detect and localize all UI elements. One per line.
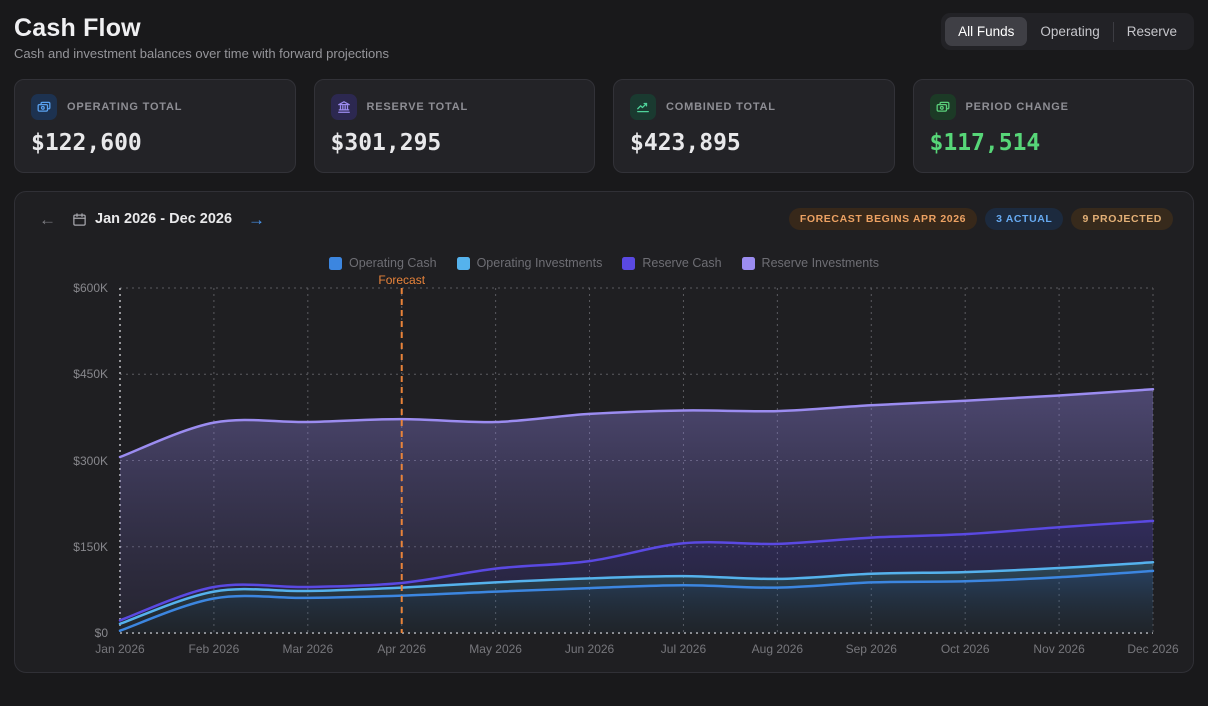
chart-area: $600K$450K$300K$150K$0 Forecast xyxy=(35,288,1173,633)
y-axis-tick-label: $600K xyxy=(73,281,108,295)
x-axis-tick-label: May 2026 xyxy=(469,642,522,656)
calendar-icon xyxy=(72,212,87,227)
y-axis-tick-label: $0 xyxy=(95,626,108,640)
prev-period-button[interactable]: ← xyxy=(35,209,60,230)
x-axis-tick-label: Jul 2026 xyxy=(661,642,706,656)
legend-swatch xyxy=(329,257,342,270)
actual-count-badge: 3 ACTUAL xyxy=(985,208,1063,230)
x-axis-tick-label: Feb 2026 xyxy=(189,642,240,656)
legend-swatch xyxy=(742,257,755,270)
stat-value: $301,295 xyxy=(331,130,579,156)
forecast-begins-badge: FORECAST BEGINS APR 2026 xyxy=(789,208,977,230)
cash-flow-chart-panel: ← Jan 2026 - Dec 2026 → FORECAST BEGINS … xyxy=(14,191,1194,673)
left-arrow-icon: ← xyxy=(39,210,56,229)
stat-cards-row: OPERATING TOTAL $122,600 RESERVE TOTAL $… xyxy=(14,79,1194,173)
legend-label: Operating Investments xyxy=(477,256,603,270)
stat-label: PERIOD CHANGE xyxy=(966,101,1069,113)
stat-label: COMBINED TOTAL xyxy=(666,101,776,113)
x-axis-tick-label: Dec 2026 xyxy=(1127,642,1178,656)
page-title: Cash Flow xyxy=(14,14,389,43)
legend-item-reserve-cash[interactable]: Reserve Cash xyxy=(622,256,721,270)
y-axis-tick-label: $450K xyxy=(73,367,108,381)
projected-count-badge: 9 PROJECTED xyxy=(1071,208,1173,230)
legend-item-operating-cash[interactable]: Operating Cash xyxy=(329,256,437,270)
x-axis-tick-label: Oct 2026 xyxy=(941,642,990,656)
tab-all-funds[interactable]: All Funds xyxy=(945,17,1027,46)
y-axis: $600K$450K$300K$150K$0 xyxy=(35,288,120,633)
stacked-area-plot: Forecast xyxy=(120,288,1153,633)
forecast-line-label: Forecast xyxy=(378,273,425,287)
legend-label: Reserve Investments xyxy=(762,256,879,270)
x-axis: Jan 2026Feb 2026Mar 2026Apr 2026May 2026… xyxy=(120,640,1153,660)
chart-badges: FORECAST BEGINS APR 2026 3 ACTUAL 9 PROJ… xyxy=(789,208,1173,230)
x-axis-tick-label: Jun 2026 xyxy=(565,642,614,656)
title-block: Cash Flow Cash and investment balances o… xyxy=(14,10,389,61)
stat-value: $122,600 xyxy=(31,130,279,156)
stat-value: $117,514 xyxy=(930,130,1178,156)
right-arrow-icon: → xyxy=(248,210,265,229)
legend-swatch xyxy=(622,257,635,270)
x-axis-tick-label: Jan 2026 xyxy=(95,642,144,656)
cash-flow-page: Cash Flow Cash and investment balances o… xyxy=(0,0,1208,687)
x-axis-tick-label: Mar 2026 xyxy=(282,642,333,656)
tab-reserve[interactable]: Reserve xyxy=(1114,17,1190,46)
legend-item-reserve-investments[interactable]: Reserve Investments xyxy=(742,256,879,270)
x-axis-tick-label: Sep 2026 xyxy=(846,642,897,656)
stat-card-combined-total: COMBINED TOTAL $423,895 xyxy=(613,79,895,173)
chart-header: ← Jan 2026 - Dec 2026 → FORECAST BEGINS … xyxy=(35,208,1173,230)
next-period-button[interactable]: → xyxy=(244,209,269,230)
stat-value: $423,895 xyxy=(630,130,878,156)
legend-swatch xyxy=(457,257,470,270)
stat-card-period-change: PERIOD CHANGE $117,514 xyxy=(913,79,1195,173)
date-range-control[interactable]: Jan 2026 - Dec 2026 xyxy=(72,211,232,227)
legend-item-operating-investments[interactable]: Operating Investments xyxy=(457,256,603,270)
y-axis-tick-label: $150K xyxy=(73,540,108,554)
cash-flow-chart-svg xyxy=(120,288,1153,633)
trending-up-icon xyxy=(630,94,656,120)
tab-operating[interactable]: Operating xyxy=(1027,17,1112,46)
x-axis-tick-label: Aug 2026 xyxy=(752,642,803,656)
y-axis-tick-label: $300K xyxy=(73,454,108,468)
bank-icon xyxy=(331,94,357,120)
top-bar: Cash Flow Cash and investment balances o… xyxy=(14,10,1194,61)
stat-card-reserve-total: RESERVE TOTAL $301,295 xyxy=(314,79,596,173)
x-axis-tick-label: Apr 2026 xyxy=(377,642,426,656)
stat-label: RESERVE TOTAL xyxy=(367,101,468,113)
banknotes-icon xyxy=(31,94,57,120)
date-range-label: Jan 2026 - Dec 2026 xyxy=(95,211,232,227)
chart-legend: Operating Cash Operating Investments Res… xyxy=(35,256,1173,270)
legend-label: Reserve Cash xyxy=(642,256,721,270)
fund-filter-tabs: All Funds Operating Reserve xyxy=(941,13,1194,50)
banknotes-icon xyxy=(930,94,956,120)
x-axis-tick-label: Nov 2026 xyxy=(1033,642,1084,656)
legend-label: Operating Cash xyxy=(349,256,437,270)
stat-label: OPERATING TOTAL xyxy=(67,101,182,113)
page-subtitle: Cash and investment balances over time w… xyxy=(14,46,389,61)
stat-card-operating-total: OPERATING TOTAL $122,600 xyxy=(14,79,296,173)
